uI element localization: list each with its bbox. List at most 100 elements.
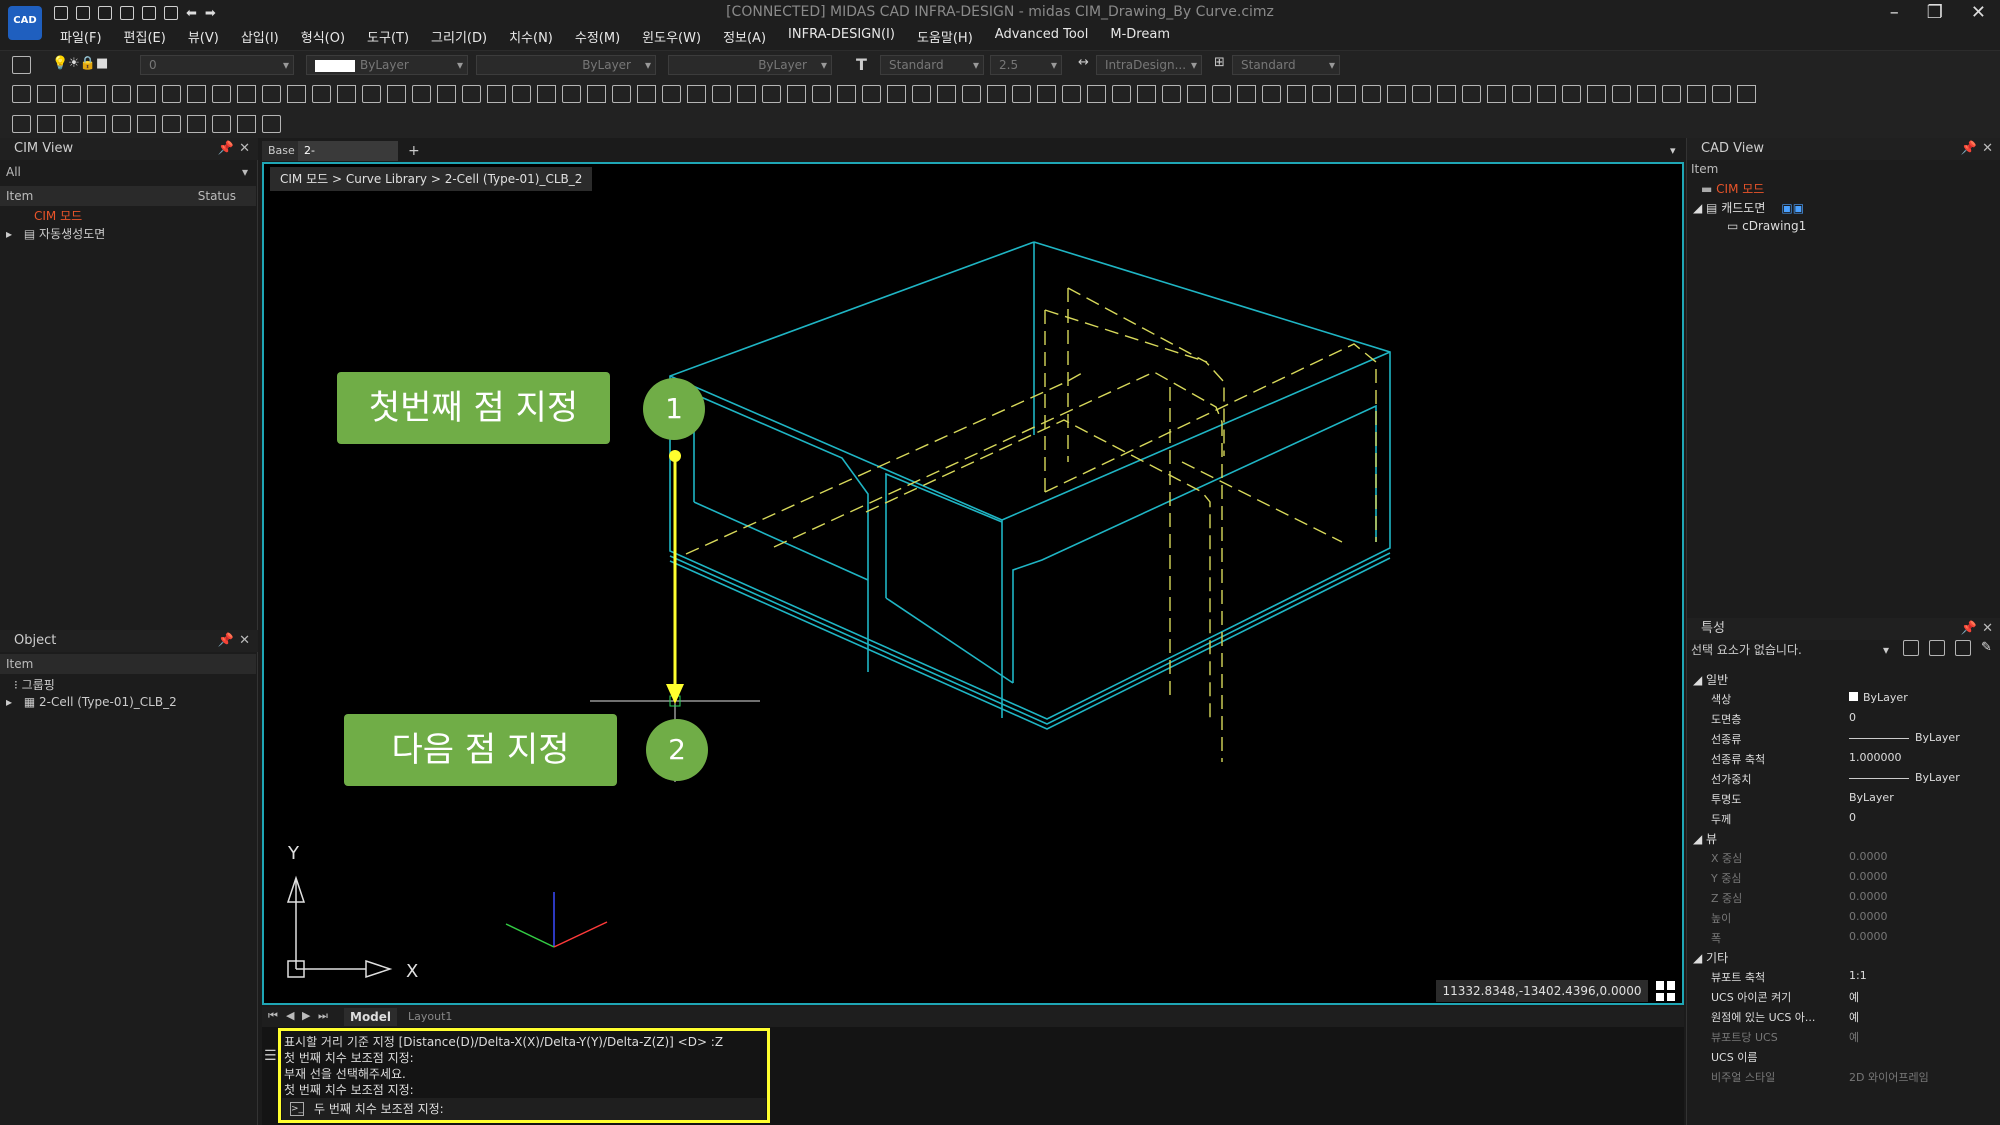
tab-layout1[interactable]: Layout1	[402, 1008, 458, 1026]
viewport-grid-icon[interactable]	[1656, 981, 1676, 1001]
tool-icon[interactable]	[1237, 85, 1256, 103]
tool-icon[interactable]	[987, 85, 1006, 103]
prop-row-transparency[interactable]: 투명도 ByLayer	[1687, 791, 2000, 810]
menu-view[interactable]: 뷰(V)	[188, 27, 219, 46]
prop-row-linetype-scale[interactable]: 선종류 축척 1.000000	[1687, 751, 2000, 770]
menu-draw[interactable]: 그리기(D)	[431, 27, 487, 46]
tool-icon[interactable]	[37, 115, 56, 133]
text-height-dropdown[interactable]: 2.5	[990, 55, 1062, 75]
tab-list-chevron-icon[interactable]: ▾	[1664, 141, 1682, 161]
tool-icon[interactable]	[1387, 85, 1406, 103]
tool-icon[interactable]	[1287, 85, 1306, 103]
tool-icon[interactable]	[537, 85, 556, 103]
tool-icon[interactable]	[1487, 85, 1506, 103]
prop-row-ucs-icon-on[interactable]: UCS 아이콘 켜기 예	[1687, 989, 2000, 1008]
collapse-icon[interactable]: ◢	[1693, 673, 1706, 687]
menu-help[interactable]: 도움말(H)	[917, 27, 973, 46]
tool-icon[interactable]	[1412, 85, 1431, 103]
color-dropdown[interactable]: ByLayer	[306, 55, 468, 75]
tool-icon[interactable]	[1337, 85, 1356, 103]
dim-style-dropdown[interactable]: IntraDesign...	[1096, 55, 1202, 75]
first-layout-icon[interactable]: ⏮	[268, 1009, 278, 1023]
tool-icon[interactable]	[1737, 85, 1756, 103]
tool-icon[interactable]	[87, 85, 106, 103]
minimize-icon[interactable]: –	[1890, 2, 1899, 23]
tool-icon[interactable]	[137, 85, 156, 103]
group-view[interactable]: ◢ 뷰	[1693, 830, 1717, 847]
prop-row-layer[interactable]: 도면층 0	[1687, 711, 2000, 730]
tool-icon[interactable]	[312, 85, 331, 103]
tool-icon[interactable]	[137, 115, 156, 133]
cad-tree-cdrawing1[interactable]: ▭ cDrawing1	[1727, 219, 1806, 233]
tool-icon[interactable]	[612, 85, 631, 103]
collapse-icon[interactable]: ◢	[1693, 832, 1706, 846]
cad-tree-cad-drawing[interactable]: ◢ ▤ 캐드도면 ▣▣	[1693, 199, 1804, 216]
selection-dropdown[interactable]: 선택 요소가 없습니다.	[1691, 640, 1889, 660]
tool-icon[interactable]	[662, 85, 681, 103]
view-mode-icon[interactable]: ▣▣	[1781, 201, 1804, 215]
tool-icon[interactable]	[1537, 85, 1556, 103]
tool-icon[interactable]	[1137, 85, 1156, 103]
tool-icon[interactable]	[112, 115, 131, 133]
tool-icon[interactable]	[1612, 85, 1631, 103]
tab-base[interactable]: Base	[262, 141, 301, 161]
prop-row-width[interactable]: 폭 0.0000	[1687, 930, 2000, 949]
tool-icon[interactable]	[387, 85, 406, 103]
tree-item-2cell[interactable]: ▸ ▦ 2-Cell (Type-01)_CLB_2	[6, 695, 177, 709]
tool-icon[interactable]	[912, 85, 931, 103]
menu-m-dream[interactable]: M-Dream	[1110, 27, 1170, 46]
tool-icon[interactable]	[837, 85, 856, 103]
match-properties-icon[interactable]: ✎	[1981, 640, 1992, 656]
tool-icon[interactable]	[1162, 85, 1181, 103]
menu-dimension[interactable]: 치수(N)	[509, 27, 553, 46]
close-icon[interactable]: ✕	[1971, 2, 1986, 23]
tool-icon[interactable]	[112, 85, 131, 103]
prop-row-thickness[interactable]: 두께 0	[1687, 811, 2000, 830]
prop-row-ucs-name[interactable]: UCS 이름	[1687, 1049, 2000, 1068]
menu-format[interactable]: 형식(O)	[301, 27, 345, 46]
tool-icon[interactable]	[1262, 85, 1281, 103]
prop-row-ucs-per-viewport[interactable]: 뷰포트당 UCS 예	[1687, 1029, 2000, 1048]
toggle-pickadd-icon[interactable]	[1929, 640, 1945, 656]
tool-icon[interactable]	[1112, 85, 1131, 103]
table-style-dropdown[interactable]: Standard	[1232, 55, 1340, 75]
prop-row-ucs-at-origin[interactable]: 원점에 있는 UCS 아... 예	[1687, 1009, 2000, 1028]
prop-row-y-center[interactable]: Y 중심 0.0000	[1687, 870, 2000, 889]
tool-icon[interactable]	[262, 85, 281, 103]
close-icon[interactable]: ✕	[1982, 618, 1993, 640]
menu-advanced-tool[interactable]: Advanced Tool	[995, 27, 1089, 46]
menu-modify[interactable]: 수정(M)	[575, 27, 620, 46]
tool-icon[interactable]	[462, 85, 481, 103]
tool-icon[interactable]	[1362, 85, 1381, 103]
tool-icon[interactable]	[162, 85, 181, 103]
pin-icon[interactable]: 📌	[1961, 618, 1977, 640]
prop-row-height[interactable]: 높이 0.0000	[1687, 910, 2000, 929]
tool-icon[interactable]	[1087, 85, 1106, 103]
close-icon[interactable]: ✕	[1982, 138, 1993, 160]
menu-edit[interactable]: 편집(E)	[124, 27, 166, 46]
tree-item-auto-drawing[interactable]: ▸ ▤ 자동생성도면	[6, 225, 105, 242]
prop-row-color[interactable]: 색상 ByLayer	[1687, 691, 2000, 710]
pin-icon[interactable]: 📌	[218, 630, 234, 652]
tool-icon[interactable]	[687, 85, 706, 103]
tool-icon[interactable]	[712, 85, 731, 103]
tool-icon[interactable]	[637, 85, 656, 103]
tool-icon[interactable]	[562, 85, 581, 103]
tool-icon[interactable]	[512, 85, 531, 103]
tool-icon[interactable]	[1637, 85, 1656, 103]
tool-icon[interactable]	[162, 115, 181, 133]
menu-insert[interactable]: 삽입(I)	[241, 27, 279, 46]
tool-icon[interactable]	[787, 85, 806, 103]
prop-row-z-center[interactable]: Z 중심 0.0000	[1687, 890, 2000, 909]
tool-icon[interactable]	[212, 85, 231, 103]
tool-icon[interactable]	[12, 115, 31, 133]
tool-icon[interactable]	[487, 85, 506, 103]
tab-model[interactable]: Model	[344, 1008, 398, 1026]
text-style-dropdown[interactable]: Standard	[880, 55, 984, 75]
select-objects-icon[interactable]	[1955, 640, 1971, 656]
tool-icon[interactable]	[337, 85, 356, 103]
layer-manager-icon[interactable]	[12, 56, 31, 74]
lineweight-dropdown[interactable]: ByLayer	[668, 55, 832, 75]
tool-icon[interactable]	[1012, 85, 1031, 103]
tool-icon[interactable]	[1462, 85, 1481, 103]
